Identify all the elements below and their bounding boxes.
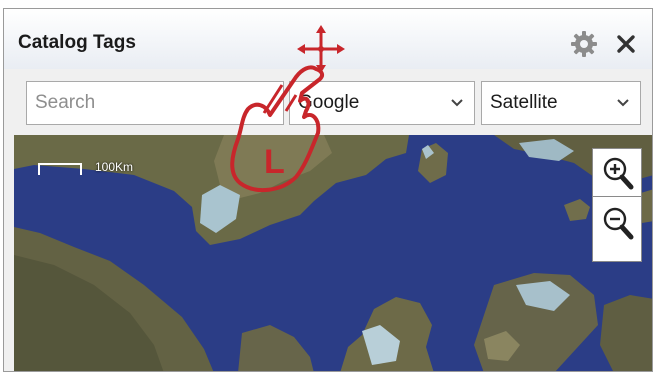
map-provider-value: Google xyxy=(298,92,360,113)
satellite-map[interactable]: 100Km xyxy=(14,135,652,371)
search-input[interactable] xyxy=(26,81,284,125)
panel-title: Catalog Tags xyxy=(18,32,136,53)
map-scale: 100Km xyxy=(38,159,133,181)
chevron-down-icon xyxy=(451,99,463,107)
zoom-out-icon xyxy=(603,207,634,240)
zoom-in-button[interactable] xyxy=(592,148,642,196)
map-type-value: Satellite xyxy=(490,92,558,113)
panel-header[interactable]: Catalog Tags xyxy=(4,9,652,69)
gear-icon[interactable] xyxy=(569,29,599,59)
scale-bar xyxy=(38,163,82,175)
scale-label: 100Km xyxy=(95,160,134,174)
map-type-dropdown[interactable]: Satellite xyxy=(481,81,641,125)
zoom-in-icon xyxy=(603,157,634,190)
chevron-down-icon xyxy=(617,99,629,107)
close-icon[interactable] xyxy=(611,29,641,59)
zoom-out-button[interactable] xyxy=(592,196,642,262)
map-provider-dropdown[interactable]: Google xyxy=(289,81,475,125)
catalog-tags-panel: Catalog Tags Google xyxy=(3,8,653,372)
